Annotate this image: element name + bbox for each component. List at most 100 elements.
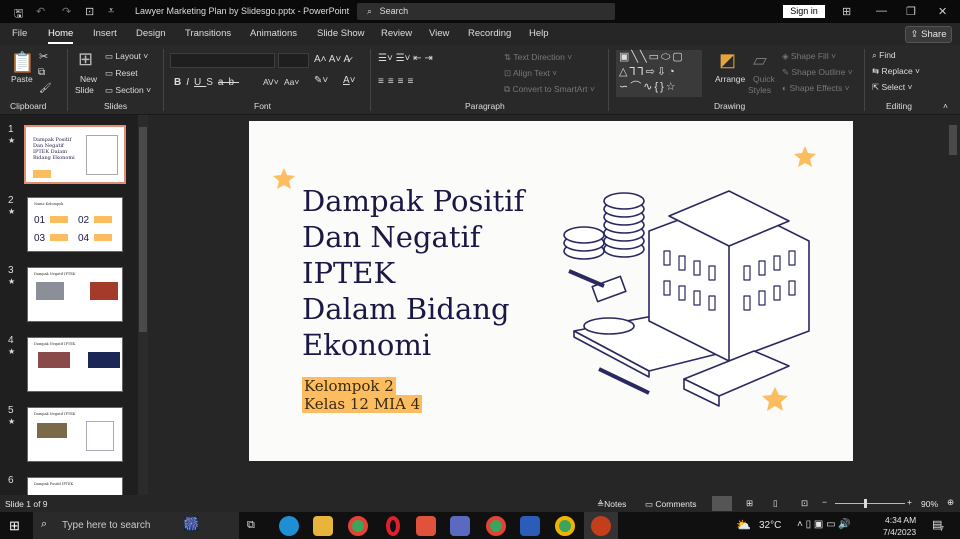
cut-icon[interactable]: ✂	[39, 50, 48, 63]
slide-subtitle-group[interactable]: Kelompok 2	[302, 377, 396, 395]
thumbnail-slide-5[interactable]: Dampak Negatif IPTEK	[27, 407, 123, 462]
quick-styles-icon[interactable]: ▱	[753, 50, 767, 71]
select-button[interactable]: ⇱ Select ˅	[872, 82, 912, 93]
zoom-slider[interactable]	[835, 503, 905, 504]
sign-in-button[interactable]: Sign in	[783, 5, 825, 18]
change-case-button[interactable]: Aa˅	[284, 77, 299, 87]
opera-icon[interactable]	[386, 516, 400, 536]
redo-icon[interactable]: ↷	[62, 5, 71, 18]
editor-scrollbar[interactable]	[949, 125, 957, 155]
shape-outline-button[interactable]: ✎ Shape Outline ˅	[782, 67, 853, 78]
thumbnail-slide-4[interactable]: Dampak Negatif IPTEK	[27, 337, 123, 392]
thumbnail-scrollbar[interactable]	[138, 115, 148, 495]
font-name-dropdown[interactable]	[170, 53, 275, 68]
clock-time[interactable]: 4:34 AM	[885, 515, 916, 525]
undo-icon[interactable]: ↶	[36, 5, 45, 18]
comments-button[interactable]: ▭ Comments	[645, 499, 697, 510]
slide-subtitle-class[interactable]: Kelas 12 MIA 4	[302, 395, 423, 413]
reading-view-button[interactable]: ▯	[773, 498, 778, 509]
restore-button[interactable]: ❐	[906, 5, 916, 18]
shape-effects-button[interactable]: ◐ Shape Effects ˅	[782, 83, 850, 93]
file-explorer-icon[interactable]	[313, 516, 333, 536]
zoom-level[interactable]: 90%	[921, 499, 938, 509]
section-button[interactable]: ▭ Section ˅	[105, 85, 151, 96]
customize-qat-icon[interactable]: ⩡	[108, 5, 114, 18]
taskbar-search-label: Type here to search	[62, 520, 151, 531]
word-icon[interactable]	[520, 516, 540, 536]
slide-sorter-button[interactable]: ⊞	[746, 498, 753, 509]
chrome-icon-2[interactable]	[555, 516, 575, 536]
format-painter-icon[interactable]: 🖌	[39, 83, 52, 94]
normal-view-button[interactable]	[712, 496, 732, 511]
windows-start-icon[interactable]: ⊞	[9, 518, 20, 534]
thumbnail-slide-6[interactable]: Dampak Positif IPTEK	[27, 477, 123, 495]
find-button[interactable]: ⌕ Find	[872, 50, 896, 61]
current-slide[interactable]: Dampak Positif Dan Negatif IPTEK Dalam B…	[249, 121, 853, 461]
convert-smartart-button[interactable]: ⧉ Convert to SmartArt ˅	[504, 84, 595, 95]
zoom-in-button[interactable]: +	[907, 497, 912, 507]
ribbon-display-icon[interactable]: ⊞	[842, 5, 851, 18]
copy-icon[interactable]: ⧉	[38, 67, 45, 78]
chrome-profile-icon[interactable]	[486, 516, 506, 536]
shapes-gallery[interactable]: ▣╲╲▭⬭▢ △⅂⅂⇨⇩◔ ∽⌒∿{}☆	[616, 50, 702, 97]
scrollbar-thumb[interactable]	[139, 127, 147, 332]
arrange-icon[interactable]: ◩	[719, 50, 736, 71]
system-tray-icons[interactable]: ˄ ▯ ▣ ▭ 🔊	[797, 519, 851, 530]
chrome-icon[interactable]	[348, 516, 368, 536]
font-format-buttons[interactable]: BIUSab	[174, 77, 239, 88]
align-buttons[interactable]: ≡≡≡≡	[378, 76, 417, 87]
font-size-dropdown[interactable]	[278, 53, 309, 68]
save-icon[interactable]: 🖫	[14, 5, 23, 24]
find-label: Find	[879, 50, 896, 60]
edge-icon[interactable]	[279, 516, 299, 536]
text-direction-button[interactable]: ⇅ Text Direction ˅	[504, 52, 572, 63]
close-button[interactable]: ✕	[938, 5, 947, 18]
slide-title[interactable]: Dampak Positif Dan Negatif IPTEK Dalam B…	[302, 183, 524, 363]
arrange-button[interactable]: Arrange	[715, 74, 745, 84]
tab-review[interactable]: Review	[381, 28, 412, 39]
thumb-num: 02	[78, 215, 90, 226]
notes-button[interactable]: ≜Notes	[597, 499, 626, 510]
zoom-out-button[interactable]: −	[822, 497, 827, 507]
shape-fill-button[interactable]: ◈ Shape Fill ˅	[782, 51, 836, 62]
tab-design[interactable]: Design	[136, 28, 166, 39]
minimize-button[interactable]: —	[876, 5, 887, 17]
text-direction-label: Text Direction	[513, 52, 565, 62]
zoom-slider-thumb[interactable]	[864, 499, 867, 508]
powerpoint-taskbar-button[interactable]	[584, 512, 618, 539]
list-buttons[interactable]: ☰˅ ☰˅ ⇤ ⇥	[378, 53, 433, 64]
tab-help[interactable]: Help	[529, 28, 549, 39]
weather-icon[interactable]: ⛅	[736, 518, 751, 532]
tab-view[interactable]: View	[429, 28, 449, 39]
tab-insert[interactable]: Insert	[93, 28, 117, 39]
thumbnail-slide-1[interactable]: Dampak Positif Dan Negatif IPTEK Dalam B…	[24, 125, 126, 184]
remote-desktop-icon[interactable]	[450, 516, 470, 536]
fit-slide-icon[interactable]: ⊕	[947, 497, 954, 508]
search-box[interactable]: ⌕ Search	[357, 3, 615, 20]
char-spacing-button[interactable]: AV˅	[263, 77, 279, 87]
align-text-button[interactable]: ⊡ Align Text ˅	[504, 68, 557, 79]
tab-file[interactable]: File	[12, 28, 27, 39]
clock-date[interactable]: 7/4/2023	[883, 527, 916, 537]
present-icon[interactable]: ⊡	[85, 5, 94, 18]
tab-transitions[interactable]: Transitions	[185, 28, 231, 39]
share-button[interactable]: ⇪ Share	[905, 26, 952, 43]
temperature[interactable]: 32°C	[759, 520, 781, 531]
task-view-icon[interactable]: ⧉	[247, 519, 255, 532]
tab-animations[interactable]: Animations	[250, 28, 297, 39]
thumbnail-slide-2[interactable]: Nama Kelompok 01 02 03 04	[27, 197, 123, 252]
slideshow-button[interactable]: ⊡	[801, 498, 808, 509]
thumbnail-slide-3[interactable]: Dampak Negatif IPTEK	[27, 267, 123, 322]
app-icon[interactable]	[416, 516, 436, 536]
collapse-ribbon-icon[interactable]: ˄	[943, 101, 948, 111]
tab-recording[interactable]: Recording	[468, 28, 511, 39]
highlight-color-button[interactable]: ✎˅	[314, 75, 328, 86]
taskbar-search[interactable]: ⌕ Type here to search 🎆	[33, 512, 239, 539]
reset-button[interactable]: ▭ Reset	[105, 68, 138, 79]
layout-button[interactable]: ▭ Layout ˅	[105, 51, 148, 62]
font-color-button[interactable]: A˅	[343, 75, 356, 86]
tab-slide-show[interactable]: Slide Show	[317, 28, 365, 39]
font-size-controls[interactable]: A˄ A˅ A̷	[314, 54, 350, 65]
replace-button[interactable]: ⇆ Replace ˅	[872, 66, 920, 77]
tab-home[interactable]: Home	[48, 28, 74, 44]
